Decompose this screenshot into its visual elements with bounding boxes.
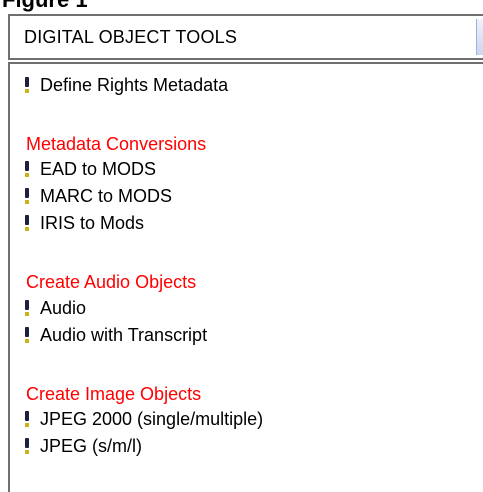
menu-item-label: Audio with Transcript bbox=[40, 325, 208, 345]
menu-item-label: IRIS to Mods bbox=[40, 213, 145, 233]
exclamation-bullet-icon bbox=[25, 161, 29, 177]
dropdown-arrow-icon[interactable] bbox=[476, 19, 483, 55]
menu-item-label: Audio bbox=[40, 298, 87, 318]
section-heading: Metadata Conversions bbox=[26, 134, 207, 154]
tools-menu-panel: Define Rights Metadata Metadata Conversi… bbox=[8, 62, 483, 492]
dropdown-title: DIGITAL OBJECT TOOLS bbox=[24, 27, 238, 47]
section-heading: Create Image Objects bbox=[26, 384, 202, 404]
exclamation-bullet-icon bbox=[25, 438, 29, 454]
exclamation-bullet-icon bbox=[25, 411, 29, 427]
menu-item-label: Define Rights Metadata bbox=[40, 75, 229, 95]
tools-dropdown[interactable]: DIGITAL OBJECT TOOLS bbox=[8, 14, 483, 60]
menu-item-label: JPEG 2000 (single/multiple) bbox=[40, 409, 264, 429]
section-heading: Create Audio Objects bbox=[26, 272, 197, 292]
figure-label: Figure 1 bbox=[2, 0, 88, 11]
menu-item-label: EAD to MODS bbox=[40, 159, 157, 179]
menu-item-label: JPEG (s/m/l) bbox=[40, 436, 142, 456]
exclamation-bullet-icon bbox=[25, 300, 29, 316]
exclamation-bullet-icon bbox=[25, 215, 29, 231]
exclamation-bullet-icon bbox=[25, 327, 29, 343]
exclamation-bullet-icon bbox=[25, 77, 29, 93]
exclamation-bullet-icon bbox=[25, 188, 29, 204]
menu-item-label: MARC to MODS bbox=[40, 186, 173, 206]
